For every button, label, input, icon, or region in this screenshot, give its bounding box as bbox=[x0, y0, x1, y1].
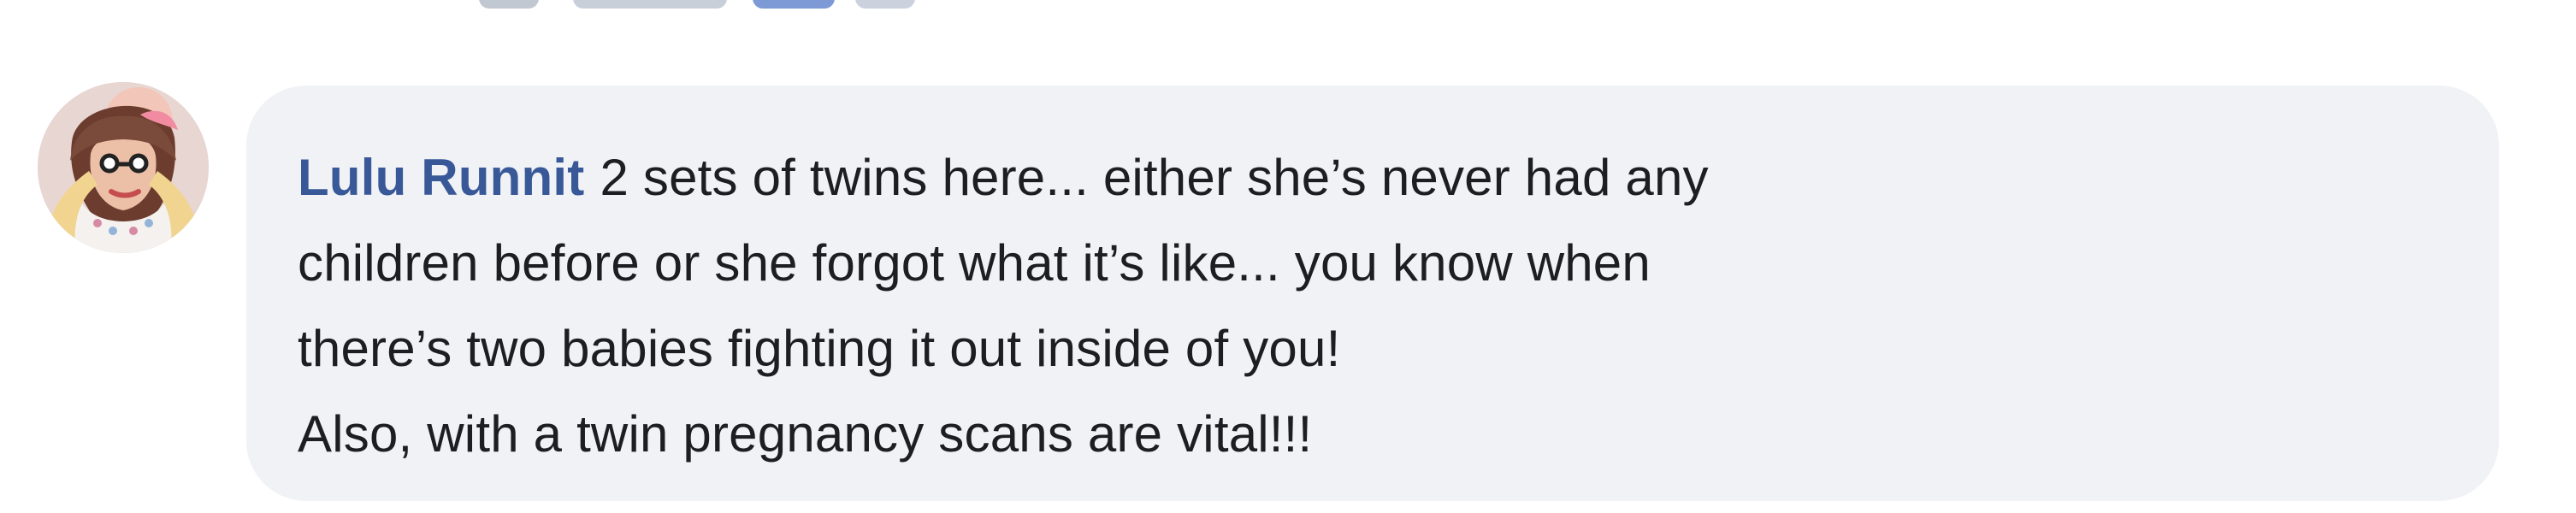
comment-line-3: there’s two babies fighting it out insid… bbox=[298, 320, 1341, 377]
comment-line-2: children before or she forgot what it’s … bbox=[298, 234, 1651, 292]
previous-comment-link-fragment[interactable] bbox=[753, 0, 835, 9]
comment-line-1: Lulu Runnit 2 sets of twins here... eithe… bbox=[298, 135, 2448, 221]
previous-comment-fragment bbox=[479, 0, 924, 14]
comment-body-line-1: 2 sets of twins here... either she’s nev… bbox=[600, 149, 1709, 206]
comment-line-4: Also, with a twin pregnancy scans are vi… bbox=[298, 405, 1313, 463]
comment-text: Lulu Runnit 2 sets of twins here... eithe… bbox=[298, 135, 2448, 477]
comment: Lulu Runnit 2 sets of twins here... eithe… bbox=[34, 82, 2499, 510]
comment-bubble: Lulu Runnit 2 sets of twins here... eithe… bbox=[246, 86, 2499, 501]
profile-photo-icon bbox=[38, 82, 209, 253]
previous-comment-text-fragment bbox=[479, 0, 539, 9]
previous-comment-text-fragment bbox=[855, 0, 915, 9]
author-name-link[interactable]: Lulu Runnit bbox=[298, 149, 584, 206]
avatar[interactable] bbox=[38, 82, 209, 253]
previous-comment-text-fragment bbox=[573, 0, 727, 9]
